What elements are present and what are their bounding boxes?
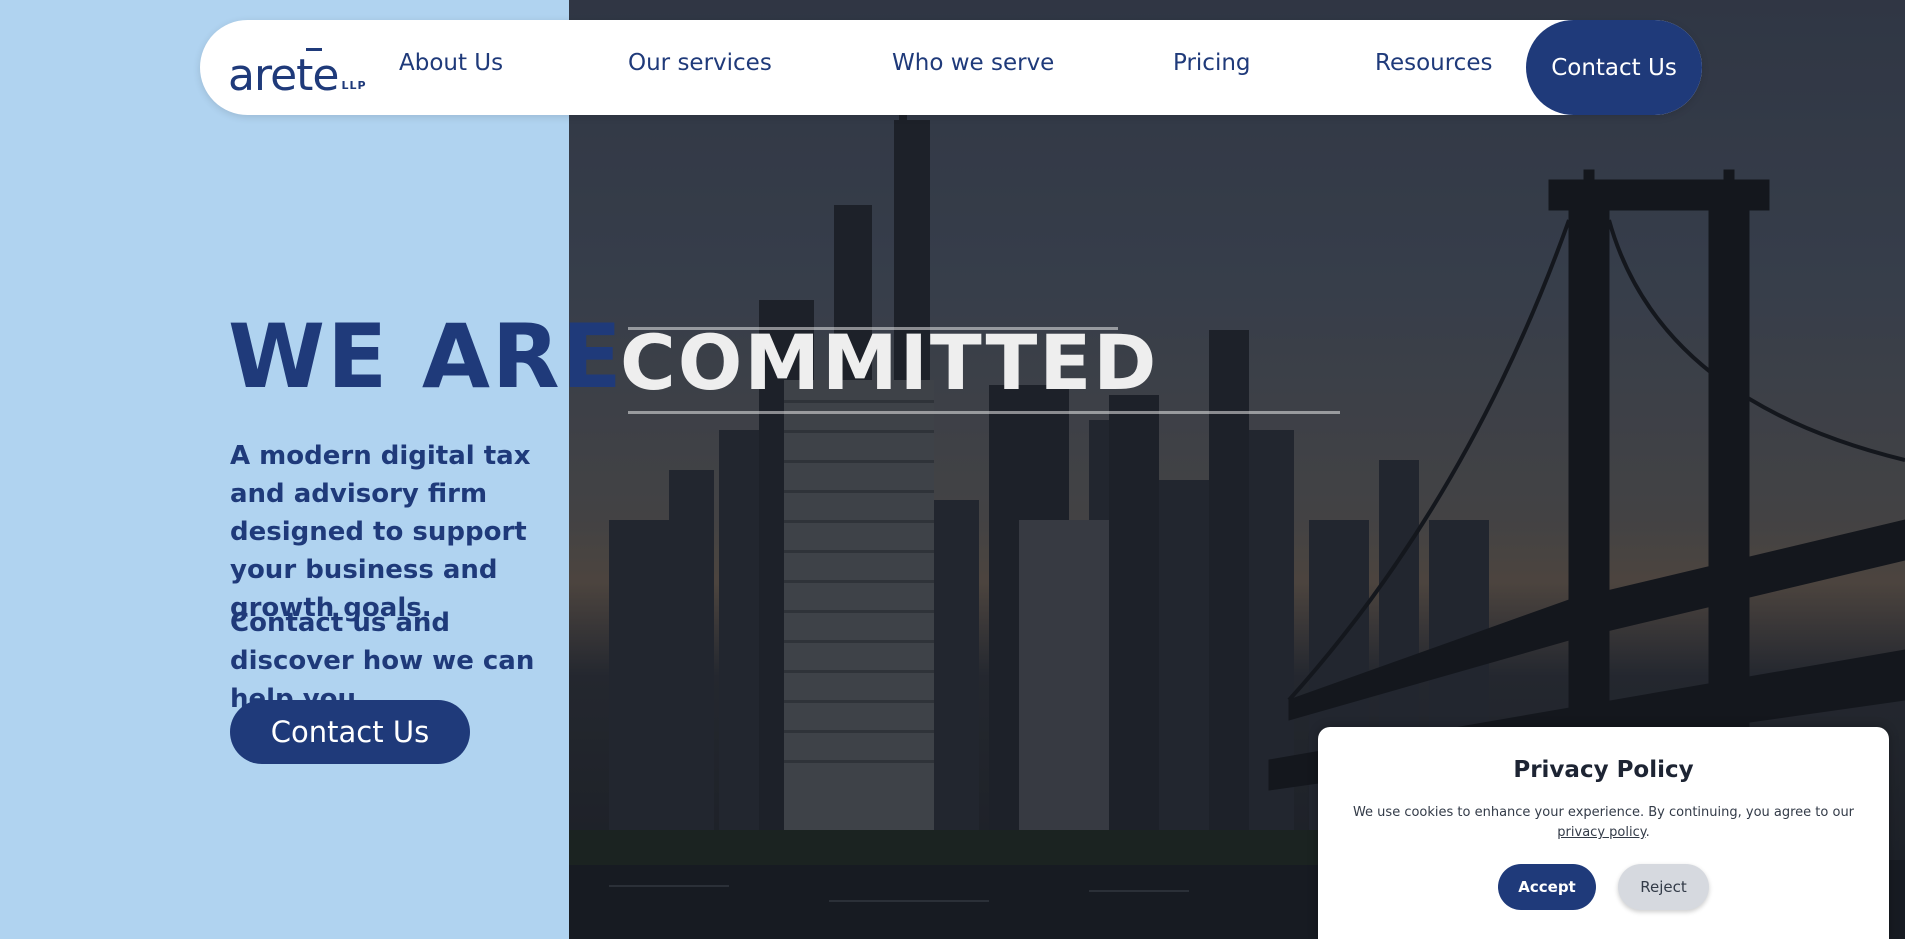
privacy-policy-dialog: Privacy Policy We use cookies to enhance… xyxy=(1318,727,1889,939)
nav-contact-us-button[interactable]: Contact Us xyxy=(1526,20,1702,115)
rotating-word-ghost-bottom xyxy=(628,411,1340,414)
arete-logo[interactable]: arete LLP xyxy=(228,40,367,100)
privacy-policy-link[interactable]: privacy policy xyxy=(1557,825,1645,840)
privacy-title: Privacy Policy xyxy=(1513,757,1694,783)
nav-about-us[interactable]: About Us xyxy=(399,50,503,76)
nav-who-we-serve[interactable]: Who we serve xyxy=(892,50,1054,76)
nav-resources[interactable]: Resources xyxy=(1375,50,1492,76)
privacy-text-body: We use cookies to enhance your experienc… xyxy=(1352,805,1855,820)
accept-button[interactable]: Accept xyxy=(1498,864,1596,910)
logo-suffix: LLP xyxy=(341,79,367,92)
nav-pricing[interactable]: Pricing xyxy=(1173,50,1251,76)
logo-wordmark: arete xyxy=(228,50,339,101)
hero-description: A modern digital tax and advisory firm d… xyxy=(230,441,531,623)
reject-button[interactable]: Reject xyxy=(1618,864,1709,910)
logo-macron xyxy=(306,48,322,51)
hero-contact-us-button[interactable]: Contact Us xyxy=(230,700,470,764)
page: arete LLP About Us Our services Who we s… xyxy=(0,0,1905,939)
privacy-text-end: . xyxy=(1645,825,1650,840)
nav-our-services[interactable]: Our services xyxy=(628,50,772,76)
privacy-text: We use cookies to enhance your experienc… xyxy=(1348,803,1859,843)
hero-heading-rotating: COMMITTED xyxy=(620,318,1159,407)
hero-heading-static: WE ARE xyxy=(228,305,624,408)
main-navbar: arete LLP About Us Our services Who we s… xyxy=(200,20,1702,115)
